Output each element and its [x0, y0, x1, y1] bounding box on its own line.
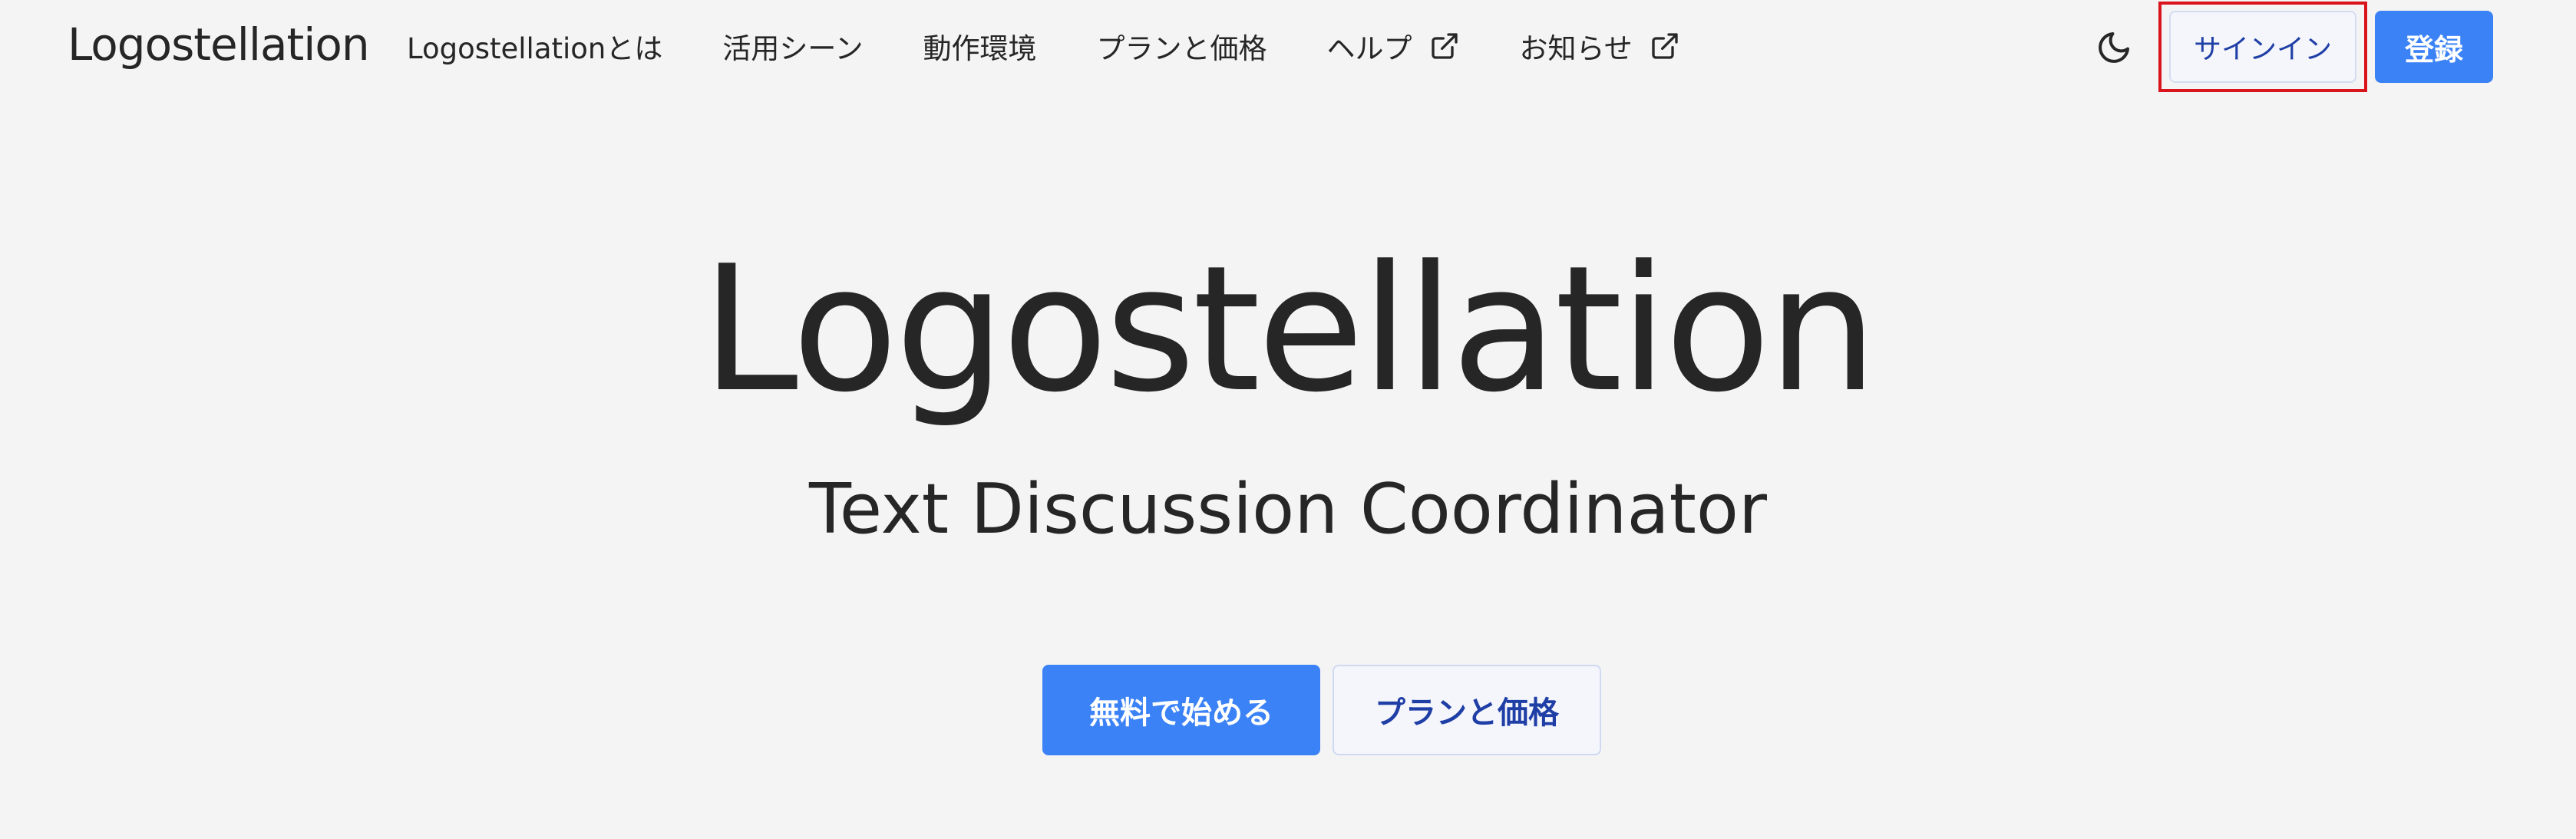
nav-item-use-cases[interactable]: 活用シーン: [722, 25, 863, 67]
hero-subtitle: Text Discussion Coordinator: [809, 469, 1767, 550]
external-link-icon: [1429, 31, 1460, 61]
nav-item-about[interactable]: Logostellationとは: [407, 25, 662, 67]
hero-title: Logostellation: [701, 229, 1878, 431]
nav-item-label: プランと価格: [1096, 32, 1267, 65]
nav-item-news[interactable]: お知らせ: [1520, 25, 1680, 67]
brand-logo[interactable]: Logostellation: [68, 17, 370, 72]
register-button[interactable]: 登録: [2375, 11, 2493, 83]
start-free-button[interactable]: 無料で始める: [1042, 665, 1320, 755]
moon-icon[interactable]: [2095, 29, 2132, 66]
nav-item-label: ヘルプ: [1326, 32, 1412, 65]
main-nav: Logostellationとは 活用シーン 動作環境 プランと価格 ヘルプ お…: [407, 23, 1740, 69]
pricing-button[interactable]: プランと価格: [1333, 665, 1601, 755]
nav-item-help[interactable]: ヘルプ: [1327, 25, 1460, 67]
external-link-icon: [1650, 31, 1680, 61]
nav-item-label: 動作環境: [923, 32, 1037, 65]
hero-cta-group: 無料で始める プランと価格: [1042, 665, 1601, 755]
top-navigation-bar: Logostellation Logostellationとは 活用シーン 動作…: [0, 0, 2576, 92]
signin-button[interactable]: サインイン: [2169, 11, 2356, 83]
nav-item-label: お知らせ: [1519, 32, 1633, 65]
nav-item-label: Logostellationとは: [407, 32, 663, 65]
nav-item-label: 活用シーン: [722, 32, 864, 65]
nav-item-pricing[interactable]: プランと価格: [1097, 25, 1267, 67]
nav-item-requirements[interactable]: 動作環境: [923, 25, 1037, 67]
